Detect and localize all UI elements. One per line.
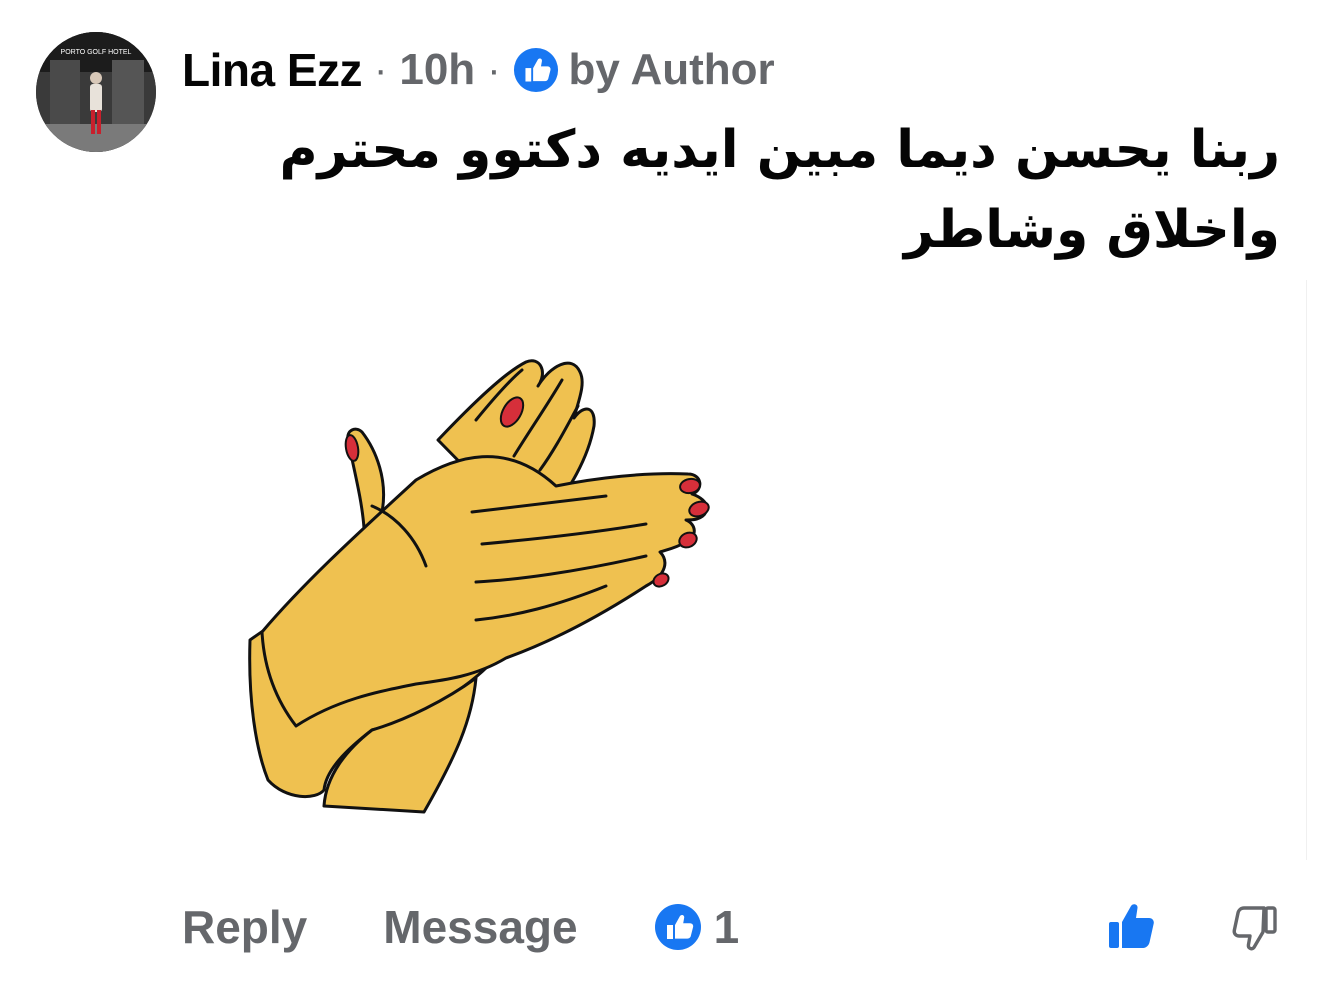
avatar-photo: PORTO GOLF HOTEL: [36, 32, 156, 152]
like-badge-icon: [513, 47, 558, 93]
avatar[interactable]: PORTO GOLF HOTEL: [36, 32, 156, 152]
like-reaction-icon: [654, 904, 701, 950]
separator-dot: ·: [487, 47, 501, 92]
message-button[interactable]: Message: [383, 900, 577, 954]
thumbs-up-icon[interactable]: [1106, 902, 1156, 952]
reply-button[interactable]: Reply: [182, 900, 307, 954]
clapping-hands-sticker[interactable]: [176, 280, 1307, 860]
avatar-sign-text: PORTO GOLF HOTEL: [61, 49, 132, 56]
liked-by-author-label: by Author: [568, 45, 775, 94]
vote-controls: [1106, 902, 1280, 952]
comment: PORTO GOLF HOTEL Lina Ezz · 10h · by Aut…: [0, 0, 1320, 993]
clapping-hands-icon: [248, 359, 710, 814]
author-name[interactable]: Lina Ezz: [182, 43, 363, 97]
thumbs-down-icon[interactable]: [1230, 902, 1280, 952]
comment-header: Lina Ezz · 10h · by Author: [182, 40, 775, 100]
reaction-summary[interactable]: 1: [654, 900, 740, 954]
separator-dot: ·: [374, 47, 388, 92]
comment-text: ربنا يحسن ديما مبين ايديه دكتوو محترم وا…: [279, 120, 1280, 260]
comment-actions: Reply Message 1: [182, 892, 1280, 962]
reaction-count: 1: [713, 901, 740, 953]
timestamp[interactable]: 10h: [399, 45, 475, 95]
